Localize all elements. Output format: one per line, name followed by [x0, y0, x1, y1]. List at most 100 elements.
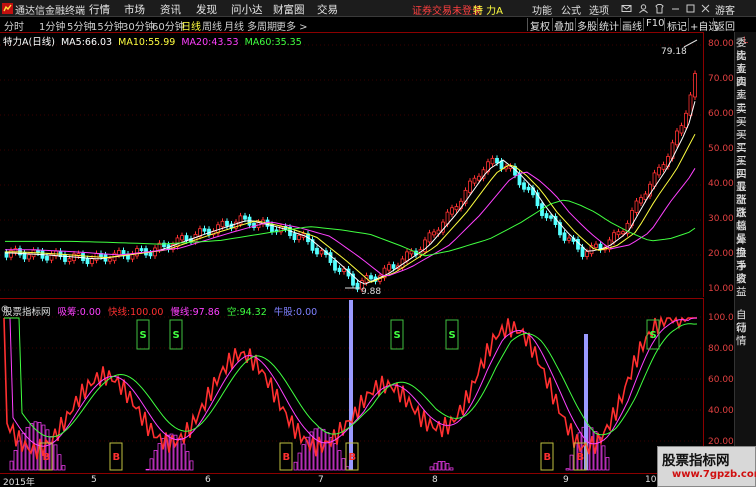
- mail-icon[interactable]: [621, 3, 632, 14]
- candle: [337, 267, 342, 272]
- user-icon[interactable]: [638, 3, 649, 14]
- app-title: 通达信金融终端: [15, 6, 85, 17]
- period-monthly[interactable]: 月线: [224, 18, 244, 33]
- date-tick: 9: [563, 475, 569, 485]
- draw-line-button[interactable]: 画线: [622, 18, 642, 33]
- f10-button[interactable]: F10: [646, 18, 664, 29]
- multi-stock-button[interactable]: 多股: [577, 18, 597, 33]
- absorb-bar: [177, 438, 182, 471]
- absorb-bar: [185, 451, 190, 471]
- ma5-label: MA5:: [60, 37, 85, 48]
- indicator-settings-icon[interactable]: [1, 305, 9, 313]
- candle: [693, 73, 697, 98]
- candle: [594, 243, 598, 248]
- sell-signal-label: S: [173, 330, 180, 341]
- watermark-title: 股票指标网: [662, 453, 730, 469]
- period-tick[interactable]: 分时: [4, 18, 24, 33]
- low-price-label: 9.88: [361, 287, 382, 297]
- toolbar-divider: [552, 18, 553, 31]
- skin-icon[interactable]: [654, 3, 665, 14]
- ma20-value: 43.53: [211, 37, 239, 48]
- menu-discover[interactable]: 发现: [196, 2, 217, 17]
- period-5min[interactable]: 5分钟: [67, 18, 93, 33]
- absorb-bar: [441, 461, 446, 471]
- period-daily[interactable]: 日线: [181, 18, 201, 33]
- absorb-bar: [429, 466, 434, 471]
- candle: [405, 251, 409, 262]
- candle: [567, 237, 571, 241]
- period-15min[interactable]: 15分钟: [91, 18, 124, 33]
- candle: [297, 234, 301, 241]
- menu-wealth[interactable]: 财富圈: [273, 2, 305, 17]
- menu-trade[interactable]: 交易: [317, 2, 338, 17]
- absorb-label: 吸筹:: [57, 307, 80, 318]
- candle: [220, 220, 225, 228]
- overlay-button[interactable]: 叠加: [554, 18, 574, 33]
- absorb-bar: [293, 461, 298, 471]
- guest-label[interactable]: 游客: [715, 2, 735, 17]
- candle: [657, 166, 661, 176]
- indicator-name[interactable]: 股票指标网: [3, 307, 51, 318]
- period-weekly[interactable]: 周线: [202, 18, 222, 33]
- candle: [369, 275, 373, 280]
- absorb-bar: [153, 450, 158, 471]
- candle: [315, 247, 319, 255]
- candle: [409, 250, 414, 255]
- candle: [387, 264, 391, 271]
- absorb-bar: [57, 454, 62, 471]
- candle: [108, 258, 112, 262]
- date-tick: 6: [205, 475, 211, 485]
- date-tick: 10: [645, 475, 657, 485]
- back-button[interactable]: 返回: [715, 18, 735, 33]
- kline-chart[interactable]: [0, 32, 703, 297]
- stats-button[interactable]: 统计: [599, 18, 619, 33]
- absorb-bar: [449, 467, 454, 471]
- candle: [544, 213, 549, 219]
- toolbar-divider: [597, 18, 598, 31]
- candle: [490, 157, 495, 165]
- absorb-bar: [325, 432, 330, 471]
- buy-signal-label: B: [544, 452, 552, 463]
- bull-label: 牛股:: [273, 307, 296, 318]
- close-icon[interactable]: [700, 3, 711, 14]
- menu-news[interactable]: 资讯: [160, 2, 181, 17]
- slow-line-value: 97.86: [192, 307, 220, 318]
- indicator-chart[interactable]: S S S S S B B B B B B: [0, 298, 703, 473]
- period-more[interactable]: 更多 >: [276, 18, 308, 33]
- candle: [391, 264, 396, 269]
- indicator-tick: 100.0: [708, 313, 734, 323]
- menu-market[interactable]: 市场: [124, 2, 145, 17]
- absorb-bar: [61, 465, 66, 471]
- period-1min[interactable]: 1分钟: [39, 18, 65, 33]
- login-status[interactable]: 证券交易未登录: [412, 2, 482, 17]
- menu-ask[interactable]: 问小达: [231, 2, 263, 17]
- candle: [652, 172, 657, 187]
- menu-functions[interactable]: 功能: [532, 2, 552, 17]
- absorb-value: 0.00: [79, 307, 101, 318]
- toolbar-divider: [713, 18, 714, 31]
- menu-quotes[interactable]: 行情: [89, 2, 110, 17]
- indicator-tick: 40.00: [708, 406, 734, 416]
- absorb-bar: [149, 458, 154, 471]
- mark-button[interactable]: 标记: [667, 18, 687, 33]
- price-tick: 10.00: [708, 284, 734, 294]
- period-multi[interactable]: 多周期: [247, 18, 277, 33]
- adjust-button[interactable]: 复权: [530, 18, 550, 33]
- toolbar-divider: [527, 18, 528, 31]
- menu-options[interactable]: 选项: [589, 2, 609, 17]
- candle: [67, 258, 72, 262]
- menu-formula[interactable]: 公式: [561, 2, 581, 17]
- absorb-bar: [157, 443, 162, 471]
- sidebar-bottom-item[interactable]: 行情: [736, 322, 756, 348]
- absorb-bar: [189, 460, 194, 471]
- candle: [526, 186, 531, 191]
- absorb-bar: [565, 468, 570, 471]
- candle: [328, 252, 333, 263]
- candle: [585, 251, 589, 257]
- sell-signal-label: S: [449, 330, 456, 341]
- maximize-icon[interactable]: [685, 3, 696, 14]
- period-30min[interactable]: 30分钟: [122, 18, 155, 33]
- sidebar-item[interactable]: 收益: [736, 273, 756, 299]
- period-60min[interactable]: 60分钟: [152, 18, 185, 33]
- minimize-icon[interactable]: [670, 3, 681, 14]
